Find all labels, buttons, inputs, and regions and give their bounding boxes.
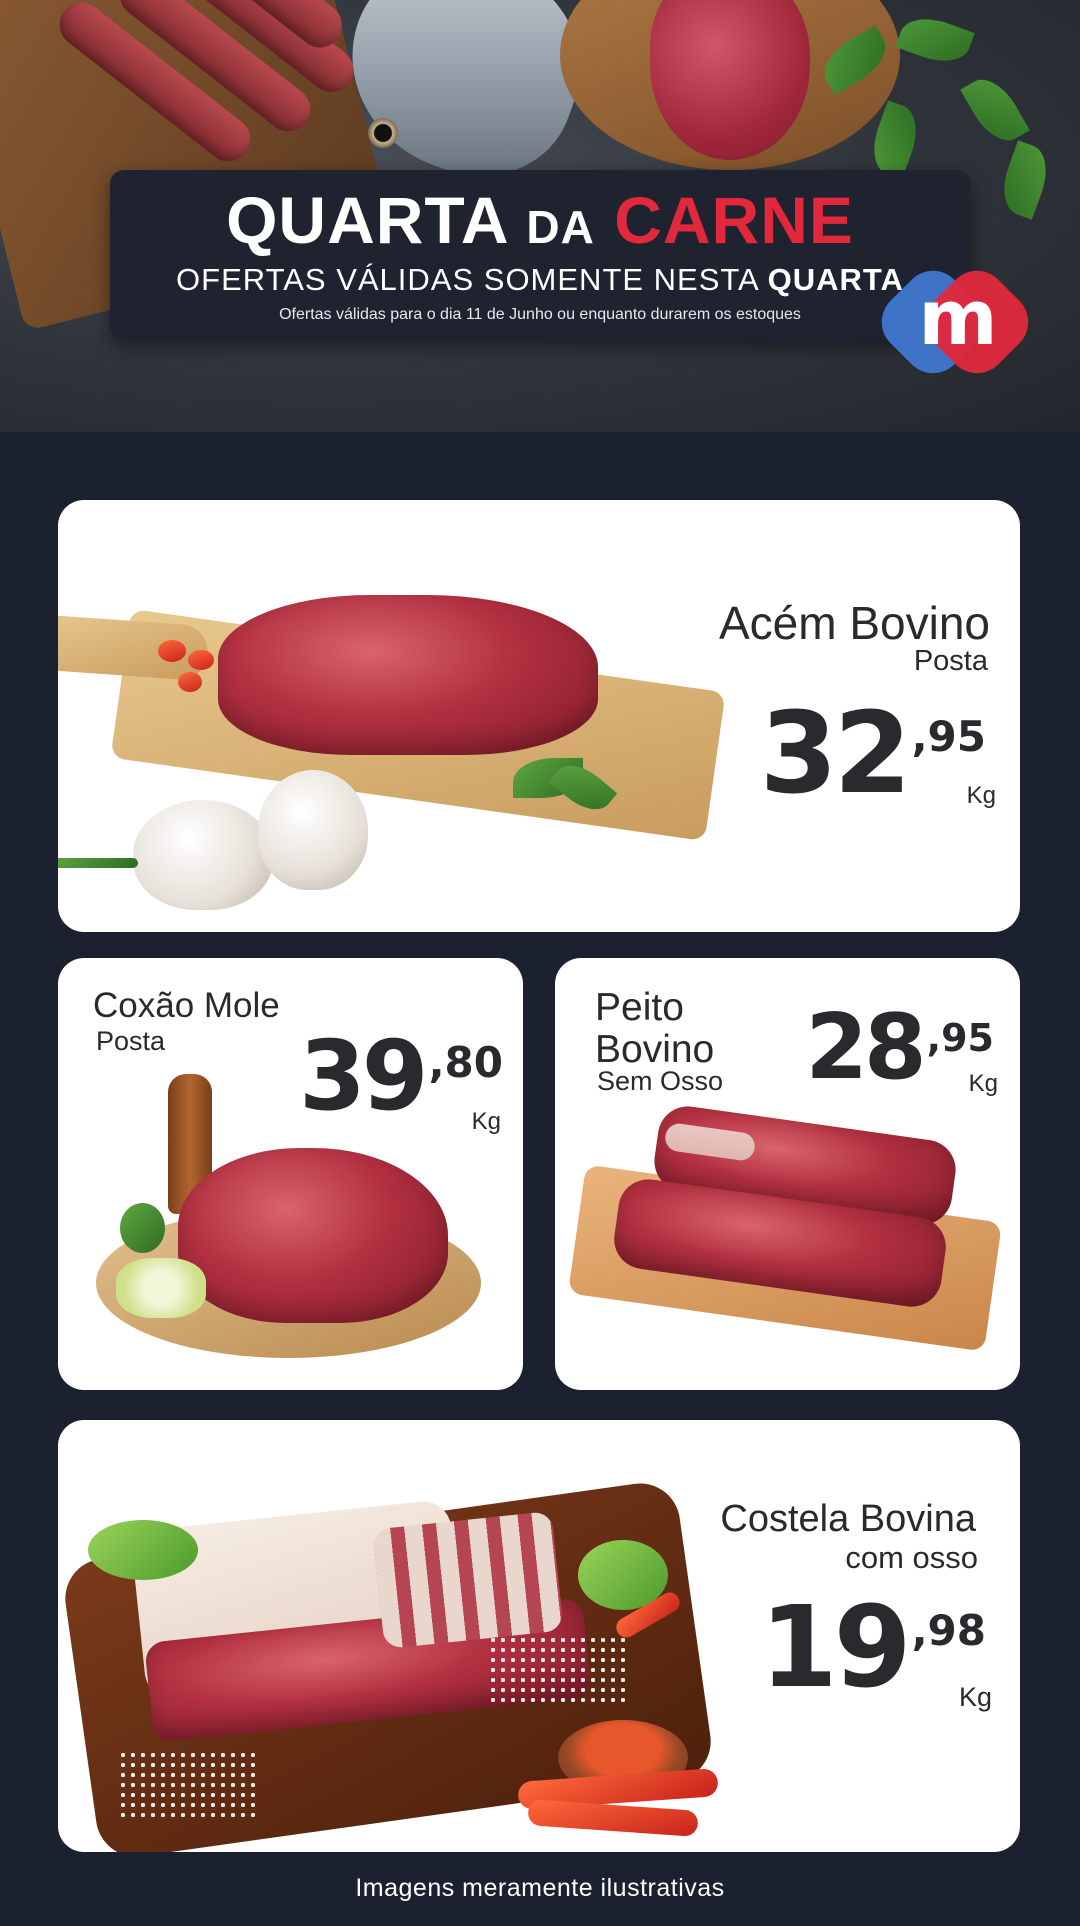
sliced-leek (116, 1258, 206, 1318)
price-unit: Kg (968, 1070, 998, 1097)
lettuce-leaf (88, 1520, 198, 1580)
rib-bones (372, 1510, 564, 1650)
price-unit: Kg (966, 782, 996, 809)
image-disclaimer: Imagens meramente ilustrativas (355, 1874, 725, 1902)
subtitle-prefix: OFERTAS VÁLIDAS SOMENTE NESTA (176, 262, 759, 297)
pepper (178, 672, 202, 692)
price-integer: 19 (759, 1583, 912, 1713)
price-integer: 39 (299, 1020, 429, 1132)
meat-piece (218, 595, 598, 755)
title-da: DA (526, 201, 595, 253)
product-desc: Sem Osso (597, 1066, 724, 1096)
store-logo: m (869, 258, 1041, 386)
green-pepper (120, 1203, 165, 1253)
garlic (133, 800, 273, 910)
rosemary-sprig (58, 858, 138, 868)
product-price: 28 ,95 (805, 1003, 994, 1093)
logo-letter: m (918, 273, 998, 362)
product-desc: com osso (845, 1540, 978, 1575)
price-unit: Kg (471, 1108, 501, 1135)
price-integer: 32 (759, 689, 912, 819)
product-name: Coxão Mole (93, 986, 280, 1025)
title-carne: CARNE (614, 183, 854, 257)
product-desc: Posta (913, 645, 988, 677)
product-card-peito-bovino[interactable]: Peito Bovino Sem Osso 28 ,95 Kg (555, 958, 1020, 1390)
meat-piece (178, 1148, 448, 1323)
product-desc: Posta (96, 1026, 166, 1056)
price-cents: ,95 (911, 712, 986, 761)
price-cents: ,98 (911, 1606, 986, 1655)
product-name: Costela Bovina (720, 1498, 976, 1540)
coarse-salt (488, 1635, 628, 1705)
product-card-acem[interactable]: Acém Bovino Posta 32 ,95 Kg (58, 500, 1020, 932)
product-name-line1: Peito (595, 986, 684, 1029)
title-quarta: QUARTA (226, 183, 508, 257)
product-name: Acém Bovino (718, 597, 990, 649)
price-cents: ,80 (428, 1038, 503, 1087)
title-banner: QUARTA DA CARNE OFERTAS VÁLIDAS SOMENTE … (110, 170, 970, 340)
price-cents: ,95 (926, 1016, 994, 1060)
product-name-line2: Bovino (595, 1028, 715, 1071)
hero-basil-leaf (994, 140, 1056, 220)
hero-basil-leaf (960, 69, 1030, 151)
page-subtitle: OFERTAS VÁLIDAS SOMENTE NESTA QUARTA (110, 262, 970, 298)
product-price: 19 ,98 (760, 1592, 986, 1704)
product-card-costela[interactable]: Costela Bovina com osso 19 ,98 Kg (58, 1420, 1020, 1852)
subtitle-bold: QUARTA (767, 262, 904, 297)
pepper (158, 640, 186, 662)
pepper (188, 650, 214, 670)
red-chili (527, 1799, 699, 1837)
product-card-coxao-mole[interactable]: Coxão Mole Posta 39 ,80 Kg (58, 958, 523, 1390)
garlic (258, 770, 368, 890)
price-integer: 28 (805, 995, 926, 1100)
coarse-salt (118, 1750, 258, 1820)
product-price: 32 ,95 (760, 698, 986, 810)
price-unit: Kg (958, 1682, 992, 1712)
hero-banner: QUARTA DA CARNE OFERTAS VÁLIDAS SOMENTE … (0, 0, 1080, 432)
hero-basil-leaf (895, 9, 975, 71)
page-title: QUARTA DA CARNE (110, 184, 970, 257)
validity-note: Ofertas válidas para o dia 11 de Junho o… (279, 306, 801, 323)
hero-fish-eye (368, 118, 398, 148)
